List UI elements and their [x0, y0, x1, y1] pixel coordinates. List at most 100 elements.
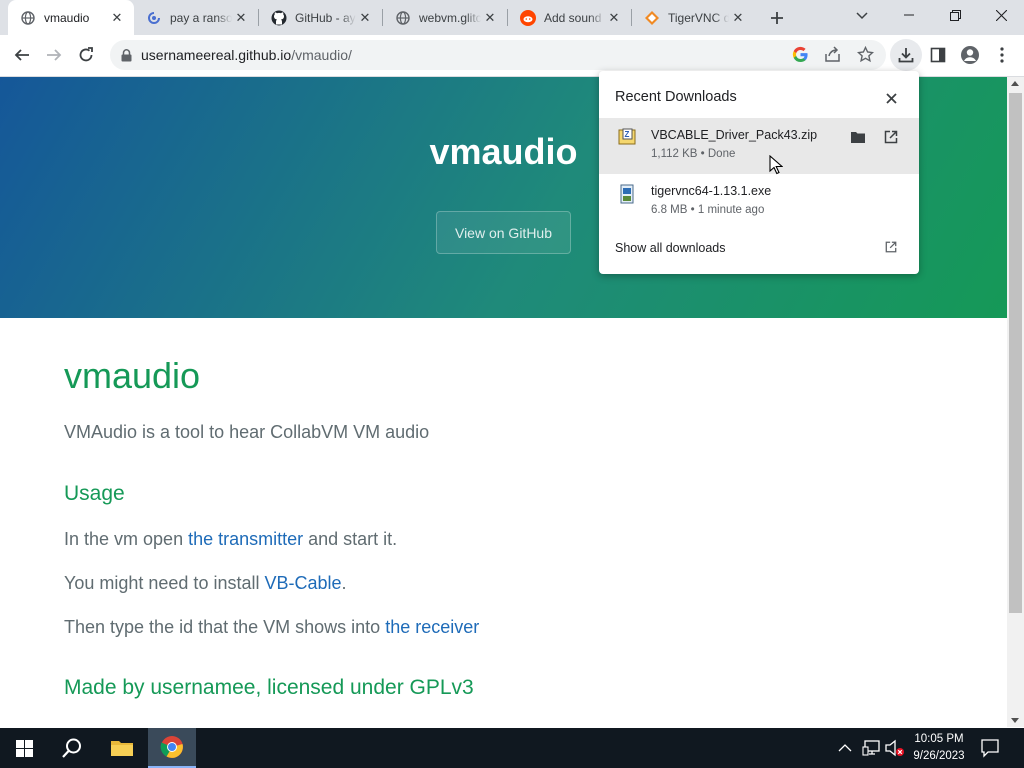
footer-heading: Made by usernamee, licensed under GPLv3 [64, 676, 474, 699]
downloads-title: Recent Downloads [615, 89, 737, 105]
close-icon[interactable]: ✕ [605, 9, 623, 27]
close-icon[interactable]: ✕ [108, 9, 126, 27]
download-status: 6.8 MB • 1 minute ago [651, 204, 765, 216]
open-external-icon[interactable] [885, 241, 897, 256]
share-icon[interactable] [824, 46, 841, 66]
transmitter-link[interactable]: the transmitter [188, 529, 303, 549]
close-icon[interactable]: ✕ [232, 9, 250, 27]
page-scrollbar[interactable] [1007, 77, 1024, 727]
windows-logo-icon [15, 739, 33, 757]
download-item[interactable]: Z VBCABLE_Driver_Pack43.zip 1,112 KB • D… [599, 118, 919, 174]
chrome-icon [160, 736, 183, 758]
reload-button[interactable] [70, 39, 102, 71]
usage-line-3: Then type the id that the VM shows into … [64, 617, 479, 638]
usage-line-1: In the vm open the transmitter and start… [64, 529, 397, 550]
tab-strip: vmaudio ✕ pay a ransom ✕ GitHub - ayunam… [0, 0, 1024, 35]
tab-tigervnc[interactable]: TigerVNC download ✕ [632, 0, 755, 35]
restore-icon [949, 9, 961, 21]
exe-file-icon [618, 184, 636, 207]
close-icon[interactable]: ✕ [729, 9, 747, 27]
clock-date: 9/26/2023 [913, 750, 965, 762]
tab-title: webvm.glitch.me [419, 10, 481, 25]
vb-cable-link[interactable]: VB-Cable [264, 573, 341, 593]
description: VMAudio is a tool to hear CollabVM VM au… [64, 422, 430, 442]
tab-title: vmaudio [44, 10, 90, 25]
tab-webvm[interactable]: webvm.glitch.me ✕ [383, 0, 507, 35]
show-all-downloads-link[interactable]: Show all downloads [615, 241, 726, 255]
scroll-up-icon[interactable] [1011, 81, 1019, 86]
network-icon[interactable] [862, 739, 882, 762]
download-filename: tigervnc64-1.13.1.exe [651, 184, 772, 198]
scroll-thumb[interactable] [1009, 93, 1022, 613]
lock-icon[interactable] [121, 48, 132, 62]
tab-title: TigerVNC download [668, 10, 729, 25]
zip-file-icon: Z [618, 128, 636, 149]
svg-text:Z: Z [625, 130, 630, 139]
plus-icon [771, 12, 783, 24]
download-item[interactable]: tigervnc64-1.13.1.exe 6.8 MB • 1 minute … [599, 174, 919, 230]
arrow-right-icon [47, 49, 62, 61]
tab-search-button[interactable] [848, 4, 876, 28]
chrome-taskbar-button[interactable] [148, 728, 196, 768]
text: Then type the id that the VM shows into [64, 617, 386, 637]
close-icon [885, 92, 897, 104]
download-filename: VBCABLE_Driver_Pack43.zip [651, 128, 818, 142]
open-external-icon[interactable] [884, 130, 898, 147]
arrow-left-icon [14, 49, 29, 61]
mouse-cursor [769, 154, 784, 180]
profile-button[interactable] [954, 39, 986, 71]
new-tab-button[interactable] [763, 4, 791, 32]
text: . [341, 573, 347, 593]
scroll-down-icon[interactable] [1011, 718, 1019, 723]
tab-ransom[interactable]: pay a ransom ✕ [134, 0, 258, 35]
download-status: 1,112 KB • Done [651, 148, 736, 160]
tab-title: Add sound to VM [544, 10, 605, 25]
text: and start it. [303, 529, 398, 549]
minimize-button[interactable] [886, 0, 932, 30]
system-clock[interactable]: 10:05 PM 9/26/2023 [902, 731, 976, 765]
close-icon [995, 9, 1007, 21]
usage-line-2: You might need to install VB-Cable. [64, 573, 347, 594]
usage-heading: Usage [64, 482, 125, 505]
text: In the vm open [64, 529, 189, 549]
folder-icon [111, 741, 133, 756]
close-bubble-button[interactable] [882, 89, 900, 107]
file-explorer-button[interactable] [98, 728, 146, 768]
taskbar: 10:05 PM 9/26/2023 [0, 728, 1024, 768]
search-button[interactable] [48, 728, 96, 768]
clock-time: 10:05 PM [914, 733, 964, 745]
avatar-icon [961, 46, 979, 64]
tab-github[interactable]: GitHub - ayunami ✕ [259, 0, 382, 35]
close-window-button[interactable] [978, 0, 1024, 30]
side-panel-button[interactable] [922, 39, 954, 71]
close-icon[interactable]: ✕ [356, 9, 374, 27]
tab-title: pay a ransom [170, 10, 232, 25]
tab-reddit[interactable]: Add sound to VM ✕ [508, 0, 631, 35]
tigervnc-icon [644, 10, 660, 26]
notification-center-button[interactable] [980, 738, 1000, 763]
view-on-github-button[interactable]: View on GitHub [436, 211, 571, 254]
close-icon[interactable]: ✕ [481, 9, 499, 27]
address-bar[interactable]: usernameereal.github.io/vmaudio/ [110, 40, 886, 70]
google-icon[interactable] [792, 46, 809, 66]
menu-button[interactable] [986, 39, 1018, 71]
text: You might need to install [64, 573, 265, 593]
downloads-bubble: Recent Downloads Z VBCABLE_Driver_Pack43… [599, 71, 919, 274]
start-button[interactable] [0, 728, 48, 768]
folder-icon[interactable] [850, 130, 866, 147]
tab-vmaudio[interactable]: vmaudio ✕ [8, 0, 134, 35]
bookmark-star-icon[interactable] [856, 45, 875, 66]
downloads-button[interactable] [890, 39, 922, 71]
receiver-link[interactable]: the receiver [385, 617, 479, 637]
chevron-up-icon[interactable] [838, 740, 852, 758]
tab-title: GitHub - ayunami [295, 10, 356, 25]
forward-button[interactable] [38, 39, 70, 71]
globe-icon [20, 10, 36, 26]
minimize-icon [904, 14, 914, 16]
reddit-icon [520, 9, 536, 26]
spiral-icon [146, 10, 162, 26]
restore-button[interactable] [932, 0, 978, 30]
back-button[interactable] [6, 39, 38, 71]
github-icon [271, 10, 287, 26]
url-path: /vmaudio/ [291, 47, 352, 63]
